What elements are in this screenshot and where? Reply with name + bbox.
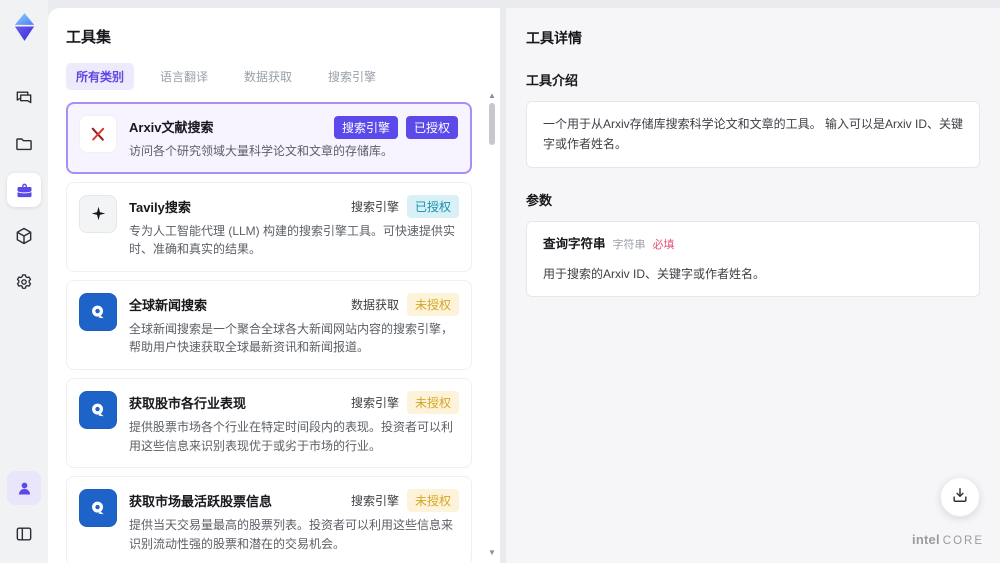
parameter-head: 查询字符串 字符串 必填	[543, 234, 963, 255]
category-tab[interactable]: 所有类别	[66, 63, 135, 90]
sidebar-bottom	[7, 465, 41, 557]
intro-box: 一个用于从Arxiv存储库搜索科学论文和文章的工具。 输入可以是Arxiv ID…	[526, 101, 980, 168]
tool-details-panel: 工具详情 工具介绍 一个用于从Arxiv存储库搜索科学论文和文章的工具。 输入可…	[506, 8, 1000, 563]
brand-primary: intel	[912, 532, 940, 547]
page-title: 工具集	[66, 29, 112, 46]
tool-description: 访问各个研究领域大量科学论文和文章的存储库。	[129, 144, 394, 158]
category-badge: 搜索引擎	[350, 395, 399, 410]
tool-list-item[interactable]: 获取市场最活跃股票信息 提供当天交易量最高的股票列表。投资者可以利用这些信息来识…	[66, 476, 472, 563]
news-logo-icon	[79, 390, 117, 429]
arxiv-icon	[79, 115, 117, 153]
sparkle-icon	[79, 194, 117, 233]
scrollbar-thumb[interactable]	[489, 103, 495, 145]
sidebar-gear-icon[interactable]	[7, 265, 41, 299]
tool-badges: 搜索引擎 未授权	[350, 489, 459, 513]
app-logo	[11, 12, 38, 47]
tool-list-item[interactable]: Arxiv文献搜索 访问各个研究领域大量科学论文和文章的存储库。 搜索引擎 已授…	[66, 102, 472, 174]
parameter-required-flag: 必填	[652, 238, 675, 251]
tool-description: 提供当天交易量最高的股票列表。投资者可以利用这些信息来识别流动性强的股票和潜在的…	[129, 518, 454, 551]
auth-status-badge: 已授权	[405, 116, 458, 139]
tools-list: Arxiv文献搜索 访问各个研究领域大量科学论文和文章的存储库。 搜索引擎 已授…	[66, 102, 480, 563]
auth-status-badge: 已授权	[406, 194, 459, 218]
intro-heading: 工具介绍	[526, 73, 579, 88]
sidebar-user-icon[interactable]	[7, 471, 41, 505]
auth-status-badge: 未授权	[406, 390, 459, 414]
tool-badges: 数据获取 未授权	[350, 292, 459, 316]
tool-description: 提供股票市场各个行业在特定时间段内的表现。投资者可以利用这些信息来识别表现优于或…	[129, 419, 454, 453]
details-title: 工具详情	[526, 30, 582, 46]
parameter-name: 查询字符串	[543, 236, 606, 251]
tool-badges: 搜索引擎 已授权	[333, 116, 458, 139]
parameter-description: 用于搜索的Arxiv ID、关键字或作者姓名。	[543, 267, 766, 282]
app-window: 工具集 所有类别 语言翻译 数据获取 搜索引擎 Arxiv文献搜索 访问各个研究…	[0, 0, 1000, 563]
category-tab[interactable]: 数据获取	[234, 63, 302, 90]
tool-description: 专为人工智能代理 (LLM) 构建的搜索引擎工具。可快速提供实时、准确和真实的结…	[129, 223, 456, 257]
category-badge: 搜索引擎	[333, 116, 398, 139]
icon-sidebar	[0, 0, 48, 563]
download-icon	[950, 485, 970, 510]
tool-list-item[interactable]: 全球新闻搜索 全球新闻搜索是一个聚合全球各大新闻网站内容的搜索引擎，帮助用户快速…	[66, 279, 472, 370]
sidebar-panel-layout-icon[interactable]	[7, 517, 41, 551]
sidebar-chat-bubbles-icon[interactable]	[7, 81, 41, 115]
category-tab[interactable]: 语言翻译	[150, 63, 218, 90]
parameter-type: 字符串	[612, 238, 646, 251]
sidebar-cube-icon[interactable]	[7, 219, 41, 253]
category-badge: 数据获取	[350, 297, 399, 312]
tool-badges: 搜索引擎 未授权	[350, 390, 459, 414]
tool-list-item[interactable]: Tavily搜索 专为人工智能代理 (LLM) 构建的搜索引擎工具。可快速提供实…	[66, 181, 472, 272]
category-badge: 搜索引擎	[350, 199, 399, 214]
scrollbar: ▲ ▼	[487, 92, 497, 557]
tool-badges: 搜索引擎 已授权	[350, 194, 459, 218]
tool-list-panel: 工具集 所有类别 语言翻译 数据获取 搜索引擎 Arxiv文献搜索 访问各个研究…	[48, 8, 500, 563]
auth-status-badge: 未授权	[406, 489, 459, 513]
category-tabs: 所有类别 语言翻译 数据获取 搜索引擎	[66, 63, 480, 90]
tool-description: 全球新闻搜索是一个聚合全球各大新闻网站内容的搜索引擎，帮助用户快速获取全球最新资…	[129, 321, 454, 355]
intel-core-logo: intel core	[912, 532, 984, 547]
parameter-item: 查询字符串 字符串 必填 用于搜索的Arxiv ID、关键字或作者姓名。	[526, 220, 980, 298]
brand-secondary: core	[942, 535, 984, 547]
auth-status-badge: 未授权	[406, 292, 459, 316]
download-button[interactable]	[940, 477, 980, 517]
sidebar-toolbox-icon[interactable]	[7, 173, 41, 207]
tool-list-item[interactable]: 获取股市各行业表现 提供股票市场各个行业在特定时间段内的表现。投资者可以利用这些…	[66, 377, 472, 469]
scroll-up-icon[interactable]: ▲	[487, 92, 497, 100]
news-logo-icon	[79, 489, 117, 528]
main-area: 工具集 所有类别 语言翻译 数据获取 搜索引擎 Arxiv文献搜索 访问各个研究…	[48, 8, 1000, 563]
news-logo-icon	[79, 292, 117, 331]
category-badge: 搜索引擎	[350, 494, 399, 509]
category-tab[interactable]: 搜索引擎	[318, 63, 386, 90]
scroll-down-icon[interactable]: ▼	[487, 549, 497, 557]
sidebar-folder-icon[interactable]	[7, 127, 41, 161]
params-heading: 参数	[526, 192, 553, 208]
